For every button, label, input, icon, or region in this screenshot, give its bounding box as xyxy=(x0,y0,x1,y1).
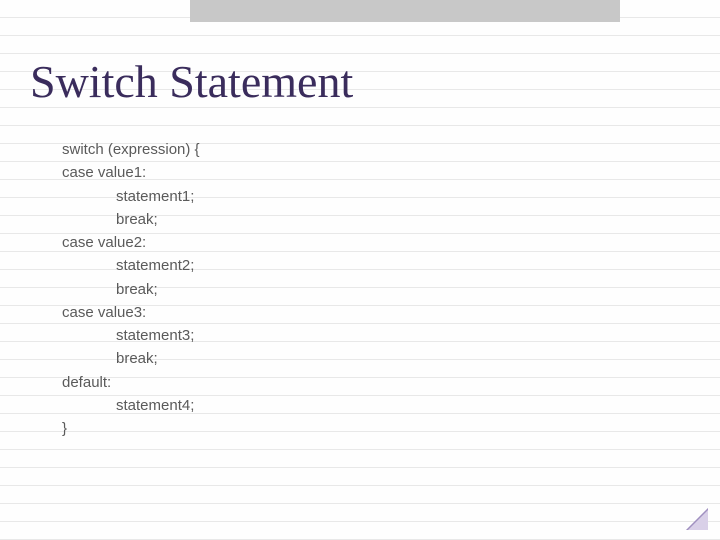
code-line: statement3; xyxy=(62,324,720,347)
code-line: switch (expression) { xyxy=(62,138,720,161)
code-line: case value2: xyxy=(62,231,720,254)
code-line: statement4; xyxy=(62,394,720,417)
code-line: statement1; xyxy=(62,185,720,208)
code-line: break; xyxy=(62,347,720,370)
code-line: break; xyxy=(62,278,720,301)
page-corner-icon xyxy=(686,508,708,530)
slide-title: Switch Statement xyxy=(30,55,720,108)
slide-content: Switch Statement switch (expression) { c… xyxy=(0,0,720,440)
code-line: } xyxy=(62,417,720,440)
code-line: default: xyxy=(62,371,720,394)
code-line: break; xyxy=(62,208,720,231)
code-line: statement2; xyxy=(62,254,720,277)
code-block: switch (expression) { case value1: state… xyxy=(30,138,720,440)
code-line: case value1: xyxy=(62,161,720,184)
code-line: case value3: xyxy=(62,301,720,324)
